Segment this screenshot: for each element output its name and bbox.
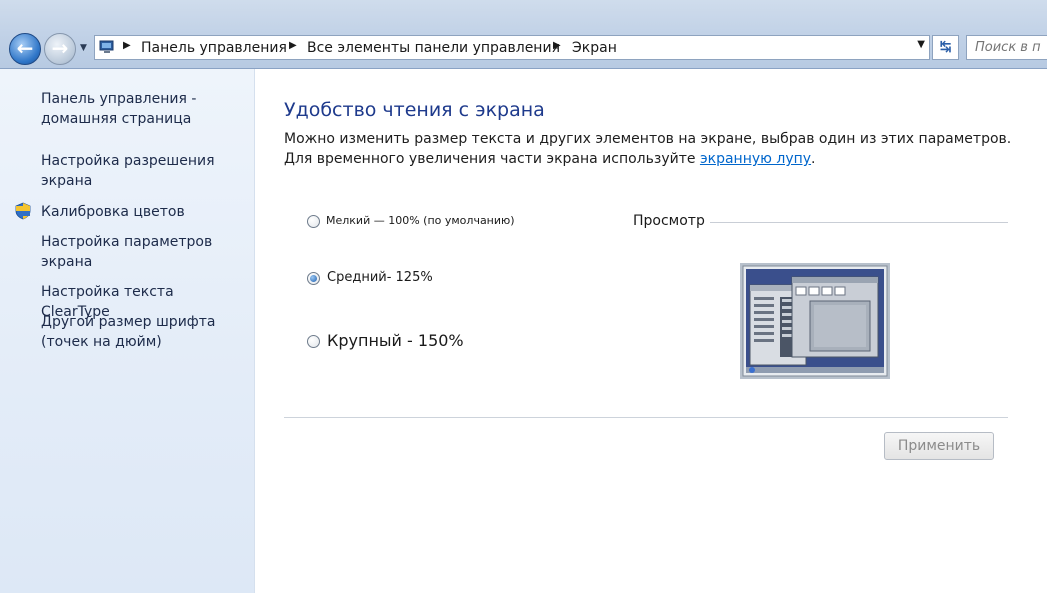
breadcrumb-all-items[interactable]: Все элементы панели управления: [307, 39, 560, 57]
forward-arrow-icon: →: [51, 36, 69, 60]
breadcrumb-separator-icon[interactable]: ▶: [123, 40, 131, 51]
preview-label: Просмотр: [633, 213, 705, 229]
sidebar-item-home[interactable]: Панель управления - домашняя страница: [41, 89, 241, 129]
radio-small[interactable]: [307, 215, 320, 228]
navigation-bar: ← → ▼ ▶ Панель управления ▶ Все элементы…: [0, 0, 1047, 69]
uac-shield-icon: [15, 202, 31, 220]
breadcrumb-separator-icon[interactable]: ▶: [289, 40, 297, 51]
preview-divider: [710, 222, 1008, 223]
radio-large[interactable]: [307, 335, 320, 348]
search-input[interactable]: [966, 35, 1047, 60]
sidebar-item-resolution[interactable]: Настройка разрешения экрана: [41, 151, 241, 191]
forward-button[interactable]: →: [44, 33, 76, 65]
preview-image: [740, 263, 890, 379]
sidebar-item-custom-dpi[interactable]: Другой размер шрифта (точек на дюйм): [41, 312, 241, 352]
page-title: Удобство чтения с экрана: [284, 99, 545, 121]
breadcrumb-control-panel[interactable]: Панель управления: [141, 39, 287, 57]
description-text: Можно изменить размер текста и других эл…: [284, 131, 1012, 167]
address-bar[interactable]: ▶ Панель управления ▶ Все элементы панел…: [94, 35, 930, 60]
address-dropdown-icon[interactable]: ▼: [917, 39, 925, 50]
radio-medium[interactable]: [307, 272, 320, 285]
sidebar-item-display-settings[interactable]: Настройка параметров экрана: [41, 232, 241, 272]
description-end: .: [811, 151, 816, 167]
control-panel-icon: [99, 40, 114, 53]
option-large-label[interactable]: Крупный - 150%: [327, 330, 464, 352]
breadcrumb-separator-icon[interactable]: ▶: [553, 40, 561, 51]
sidebar-item-color-calibration[interactable]: Калибровка цветов: [41, 202, 241, 222]
breadcrumb-display[interactable]: Экран: [572, 39, 617, 57]
apply-button[interactable]: Применить: [884, 432, 994, 460]
task-pane: Панель управления - домашняя страница На…: [0, 69, 255, 593]
divider: [284, 417, 1008, 418]
description: Можно изменить размер текста и других эл…: [284, 129, 1024, 169]
option-medium-label[interactable]: Средний- 125%: [327, 268, 433, 288]
refresh-button[interactable]: ↹: [932, 35, 959, 60]
refresh-icon: ↹: [939, 39, 952, 55]
magnifier-link[interactable]: экранную лупу: [700, 151, 811, 167]
back-arrow-icon: ←: [16, 36, 34, 60]
option-small-label[interactable]: Мелкий — 100% (по умолчанию): [326, 212, 515, 230]
recent-pages-dropdown-icon[interactable]: ▼: [80, 43, 90, 53]
back-button[interactable]: ←: [9, 33, 41, 65]
